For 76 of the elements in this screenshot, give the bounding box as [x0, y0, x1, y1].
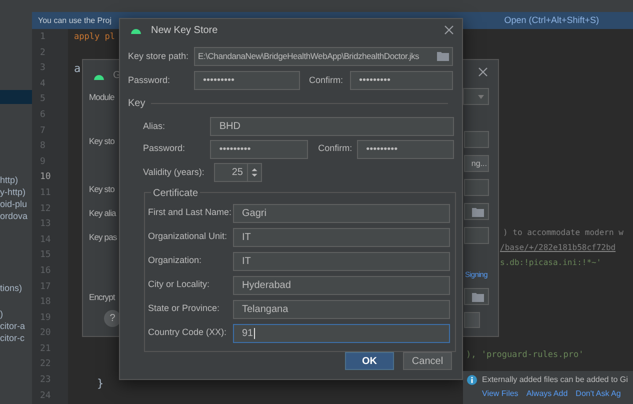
field-label: Key pas: [89, 231, 117, 244]
field-label: Key sto: [89, 135, 114, 148]
button[interactable]: [464, 312, 480, 328]
field-label: Module: [89, 91, 114, 104]
alias-field[interactable]: BHD: [210, 116, 454, 136]
input-field[interactable]: [464, 288, 489, 305]
folder-icon[interactable]: [472, 292, 484, 302]
field-label: Password:: [128, 74, 172, 87]
input-field[interactable]: Telangana: [233, 300, 450, 318]
field-label: Organizational Unit:: [148, 230, 228, 244]
project-item[interactable]: oid-plu: [0, 198, 32, 210]
field-label: Alias:: [143, 120, 166, 133]
dialog-title: New Key Store: [151, 24, 219, 38]
cancel-button[interactable]: Cancel: [403, 352, 452, 370]
field-label: First and Last Name:: [148, 206, 233, 220]
code-text: ), 'proguard-rules.pro': [466, 349, 584, 362]
input-field[interactable]: IT: [233, 252, 450, 270]
notification-link[interactable]: View Files: [482, 388, 518, 400]
password-field[interactable]: •••••••••: [194, 71, 300, 90]
password-field[interactable]: •••••••••: [210, 140, 308, 159]
input-field[interactable]: [464, 227, 489, 244]
close-icon[interactable]: [478, 67, 488, 77]
selected-row: [0, 90, 32, 104]
project-item[interactable]: ordova: [0, 210, 32, 222]
field-label: Country Code (XX):: [148, 326, 228, 340]
ok-button[interactable]: OK: [345, 352, 394, 370]
input-field[interactable]: [464, 179, 489, 196]
project-item[interactable]: tions): [0, 282, 32, 294]
password-field[interactable]: •••••••••: [350, 71, 453, 90]
notification-link[interactable]: Always Add: [526, 388, 568, 400]
field-label: Confirm:: [308, 74, 344, 87]
password-field[interactable]: •••••••••: [357, 140, 454, 159]
field-label: Validity (years):: [143, 166, 206, 179]
validity-spinner[interactable]: 25: [214, 162, 262, 182]
code-link[interactable]: /base/+/282e181b58cf72bd: [500, 242, 616, 254]
dropdown[interactable]: [463, 88, 489, 105]
text-cursor: [254, 328, 255, 338]
open-link[interactable]: Open (Ctrl+Alt+Shift+S): [504, 14, 599, 28]
code-text: ) to accommodate modern w: [503, 227, 624, 239]
project-item[interactable]: http): [0, 174, 32, 186]
input-field[interactable]: [464, 131, 489, 148]
notification-link[interactable]: Don't Ask Ag: [576, 388, 621, 400]
banner-text: You can use the Proj: [38, 14, 112, 26]
info-icon: [467, 375, 477, 385]
code-text: apply pl: [74, 31, 115, 44]
caret-icon: [478, 94, 484, 98]
project-item[interactable]: ): [0, 308, 32, 320]
input-field[interactable]: Hyderabad: [233, 276, 450, 294]
line-number: 10: [39, 171, 52, 184]
input-field[interactable]: 91: [233, 324, 450, 342]
folder-icon[interactable]: [472, 206, 484, 216]
field-label: Confirm:: [317, 142, 354, 156]
code-text: }: [97, 376, 104, 392]
input-field[interactable]: Gagri: [233, 204, 450, 222]
project-item[interactable]: citor-c: [0, 332, 32, 344]
android-icon: [130, 26, 142, 34]
input-field[interactable]: IT: [233, 228, 450, 246]
field-label: Organization:: [148, 254, 203, 268]
folder-icon[interactable]: [437, 51, 449, 62]
path-field[interactable]: E:\ChandanaNew\BridgeHealthWebApp\BridzhealthDoctor.jks: [194, 46, 453, 66]
section-title: Key: [128, 97, 146, 112]
field-label: Encrypt: [89, 291, 115, 304]
project-item[interactable]: y-http): [0, 186, 32, 198]
field-label: Key alia: [89, 207, 116, 220]
choose-button[interactable]: ng...: [464, 155, 489, 172]
input-field[interactable]: [464, 203, 489, 220]
field-label: City or Locality:: [148, 278, 211, 292]
project-item[interactable]: citor-a: [0, 320, 32, 332]
field-label: Key store path:: [128, 50, 190, 63]
notification-text: Externally added files can be added to Gi: [482, 374, 628, 386]
code-text: a: [74, 61, 81, 77]
code-text: s.db:!picasa.ini:!*~': [500, 257, 602, 269]
field-label: Key sto: [89, 183, 114, 196]
field-label: State or Province:: [148, 302, 221, 316]
close-icon[interactable]: [444, 25, 454, 36]
field-label: Password:: [143, 142, 186, 156]
